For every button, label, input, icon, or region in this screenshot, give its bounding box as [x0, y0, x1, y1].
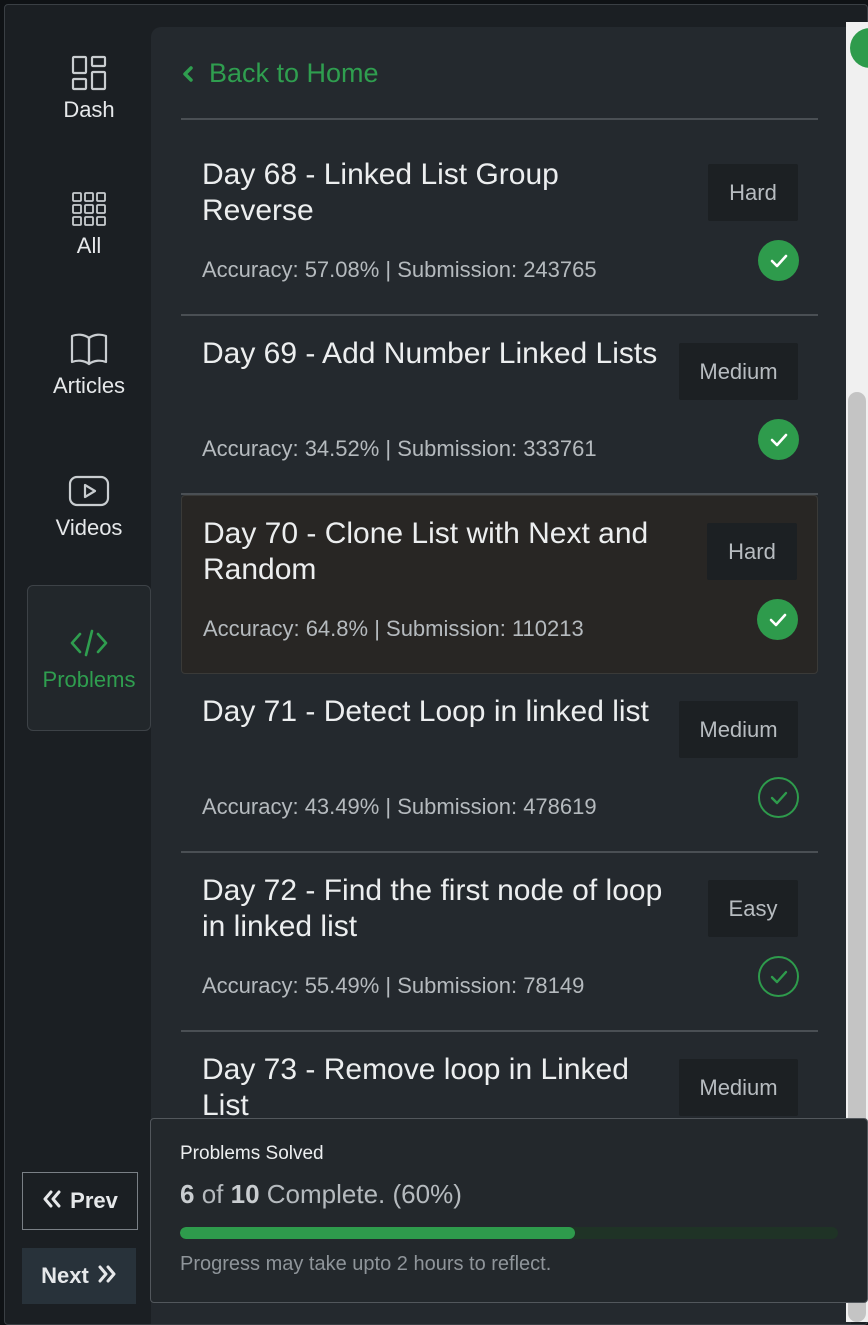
- next-label: Next: [41, 1263, 89, 1288]
- prev-button[interactable]: Prev: [22, 1172, 138, 1230]
- double-chevron-right-icon: [97, 1263, 117, 1289]
- difficulty-badge: Medium: [679, 701, 798, 758]
- back-to-home-link[interactable]: Back to Home: [181, 57, 379, 89]
- sidebar-item-videos[interactable]: Videos: [27, 471, 151, 541]
- sidebar-item-label: Problems: [42, 667, 136, 692]
- progress-summary: 6 of 10 Complete. (60%): [180, 1179, 462, 1210]
- video-icon: [68, 471, 110, 511]
- sidebar-item-label: Videos: [55, 515, 123, 540]
- progress-label: Problems Solved: [180, 1143, 324, 1164]
- problem-stats: Accuracy: 34.52% | Submission: 333761: [202, 436, 597, 461]
- dashboard-icon: [71, 53, 107, 93]
- divider: [181, 118, 818, 120]
- sidebar-item-all[interactable]: All: [27, 189, 151, 259]
- solved-check-icon: [757, 599, 798, 640]
- book-icon: [70, 329, 108, 369]
- double-chevron-left-icon: [42, 1188, 62, 1214]
- problem-stats: Accuracy: 64.8% | Submission: 110213: [203, 616, 584, 641]
- problem-item[interactable]: Day 70 - Clone List with Next and Random…: [181, 495, 818, 674]
- total-count: 10: [230, 1179, 260, 1209]
- attempted-check-icon: [758, 777, 799, 818]
- sidebar: Dash All Articles Videos Problems Prev N…: [5, 5, 151, 1324]
- problem-item[interactable]: Day 69 - Add Number Linked Lists Accurac…: [181, 316, 818, 495]
- difficulty-badge: Medium: [679, 343, 798, 400]
- of-word: of: [201, 1179, 224, 1209]
- back-label: Back to Home: [209, 57, 379, 88]
- problem-item[interactable]: Day 71 - Detect Loop in linked list Accu…: [181, 674, 818, 853]
- sidebar-item-articles[interactable]: Articles: [27, 329, 151, 399]
- progress-card: Problems Solved 6 of 10 Complete. (60%) …: [150, 1118, 868, 1303]
- difficulty-badge: Hard: [708, 164, 798, 221]
- progress-bar: [180, 1227, 838, 1239]
- solved-count: 6: [180, 1179, 195, 1209]
- problem-list: Day 68 - Linked List Group Reverse Accur…: [181, 137, 818, 1211]
- next-button[interactable]: Next: [22, 1248, 136, 1304]
- problem-title[interactable]: Day 71 - Detect Loop in linked list: [202, 694, 672, 730]
- solved-check-icon: [758, 240, 799, 281]
- difficulty-badge: Hard: [707, 523, 797, 580]
- prev-label: Prev: [70, 1188, 118, 1213]
- problem-title[interactable]: Day 69 - Add Number Linked Lists: [202, 336, 672, 372]
- sidebar-item-label: Dash: [63, 97, 115, 122]
- grid-icon: [71, 189, 107, 229]
- sidebar-item-label: All: [76, 233, 102, 258]
- problem-title[interactable]: Day 70 - Clone List with Next and Random: [203, 516, 673, 588]
- problem-stats: Accuracy: 55.49% | Submission: 78149: [202, 973, 585, 998]
- sidebar-item-label: Articles: [52, 373, 126, 398]
- sidebar-item-dash[interactable]: Dash: [27, 53, 151, 123]
- difficulty-badge: Easy: [708, 880, 798, 937]
- problem-stats: Accuracy: 43.49% | Submission: 478619: [202, 794, 597, 819]
- problem-title[interactable]: Day 73 - Remove loop in Linked List: [202, 1052, 672, 1124]
- problem-stats: Accuracy: 57.08% | Submission: 243765: [202, 257, 597, 282]
- solved-check-icon: [758, 419, 799, 460]
- problem-title[interactable]: Day 68 - Linked List Group Reverse: [202, 157, 672, 229]
- progress-suffix: Complete. (60%): [266, 1179, 462, 1209]
- code-icon: [69, 623, 109, 663]
- attempted-check-icon: [758, 956, 799, 997]
- problem-title[interactable]: Day 72 - Find the first node of loop in …: [202, 873, 672, 945]
- chevron-left-icon: [181, 65, 195, 89]
- sidebar-item-problems[interactable]: Problems: [27, 585, 151, 731]
- progress-note: Progress may take upto 2 hours to reflec…: [180, 1253, 552, 1275]
- difficulty-badge: Medium: [679, 1059, 798, 1116]
- problem-item[interactable]: Day 72 - Find the first node of loop in …: [181, 853, 818, 1032]
- progress-bar-fill: [180, 1227, 575, 1239]
- problem-item[interactable]: Day 68 - Linked List Group Reverse Accur…: [181, 137, 818, 316]
